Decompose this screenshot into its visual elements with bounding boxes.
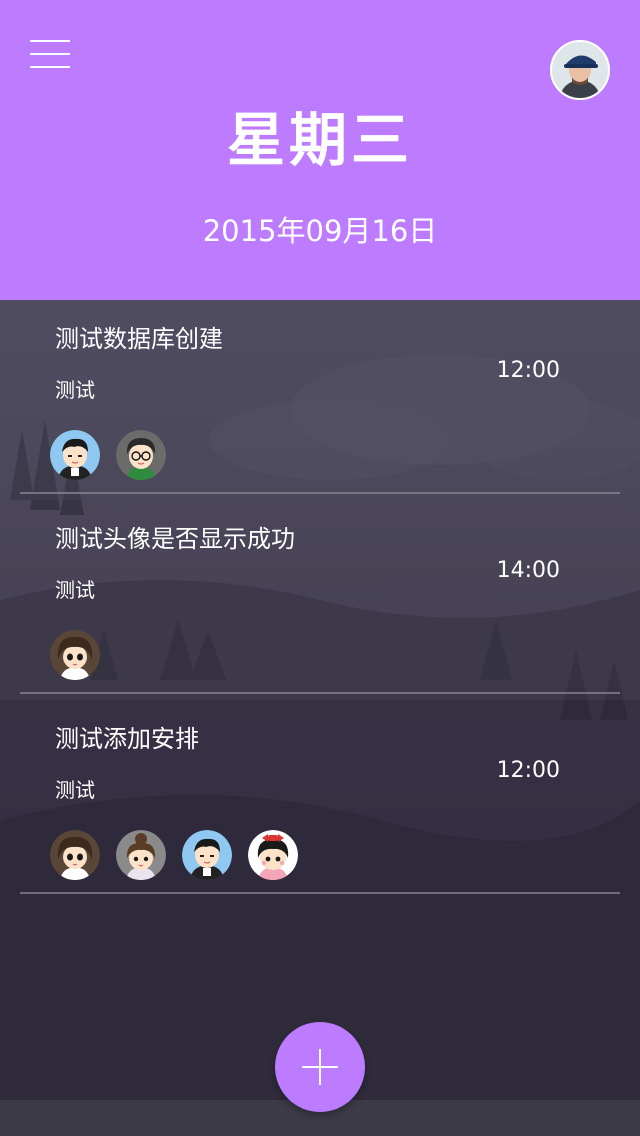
divider [20, 692, 620, 694]
schedule-title: 测试添加安排 [55, 725, 199, 753]
participant-avatar-girl-brown[interactable] [50, 830, 100, 880]
schedule-title: 测试头像是否显示成功 [55, 525, 295, 553]
schedule-subtitle: 测试 [55, 578, 95, 602]
schedule-item[interactable]: 测试数据库创建 测试 12:00 [0, 300, 640, 500]
divider [20, 892, 620, 894]
date-label: 2015年09月16日 [202, 214, 438, 248]
participant-list [50, 830, 314, 880]
user-avatar[interactable] [550, 40, 610, 100]
schedule-time: 12:00 [496, 758, 560, 783]
divider [20, 492, 620, 494]
add-schedule-button[interactable] [275, 1022, 365, 1112]
participant-avatar-boy-blue[interactable] [182, 830, 232, 880]
schedule-subtitle: 测试 [55, 378, 95, 402]
participant-list [50, 630, 116, 680]
participant-avatar-boy-blue[interactable] [50, 430, 100, 480]
schedule-title: 测试数据库创建 [55, 325, 223, 353]
header: 星期三 2015年09月16日 [0, 0, 640, 300]
schedule-time: 12:00 [496, 358, 560, 383]
participant-avatar-girl-bun[interactable] [116, 830, 166, 880]
participant-list [50, 430, 182, 480]
participant-avatar-boy-glasses[interactable] [116, 430, 166, 480]
schedule-time: 14:00 [496, 558, 560, 583]
menu-icon[interactable] [30, 38, 70, 72]
schedule-list: 测试数据库创建 测试 12:00 测试头像是否显示成功 测试 14:00 测试添… [0, 300, 640, 900]
participant-avatar-girl-bow[interactable] [248, 830, 298, 880]
schedule-item[interactable]: 测试添加安排 测试 12:00 [0, 700, 640, 900]
schedule-subtitle: 测试 [55, 778, 95, 802]
participant-avatar-girl-brown[interactable] [50, 630, 100, 680]
schedule-item[interactable]: 测试头像是否显示成功 测试 14:00 [0, 500, 640, 700]
weekday-title: 星期三 [226, 106, 413, 174]
